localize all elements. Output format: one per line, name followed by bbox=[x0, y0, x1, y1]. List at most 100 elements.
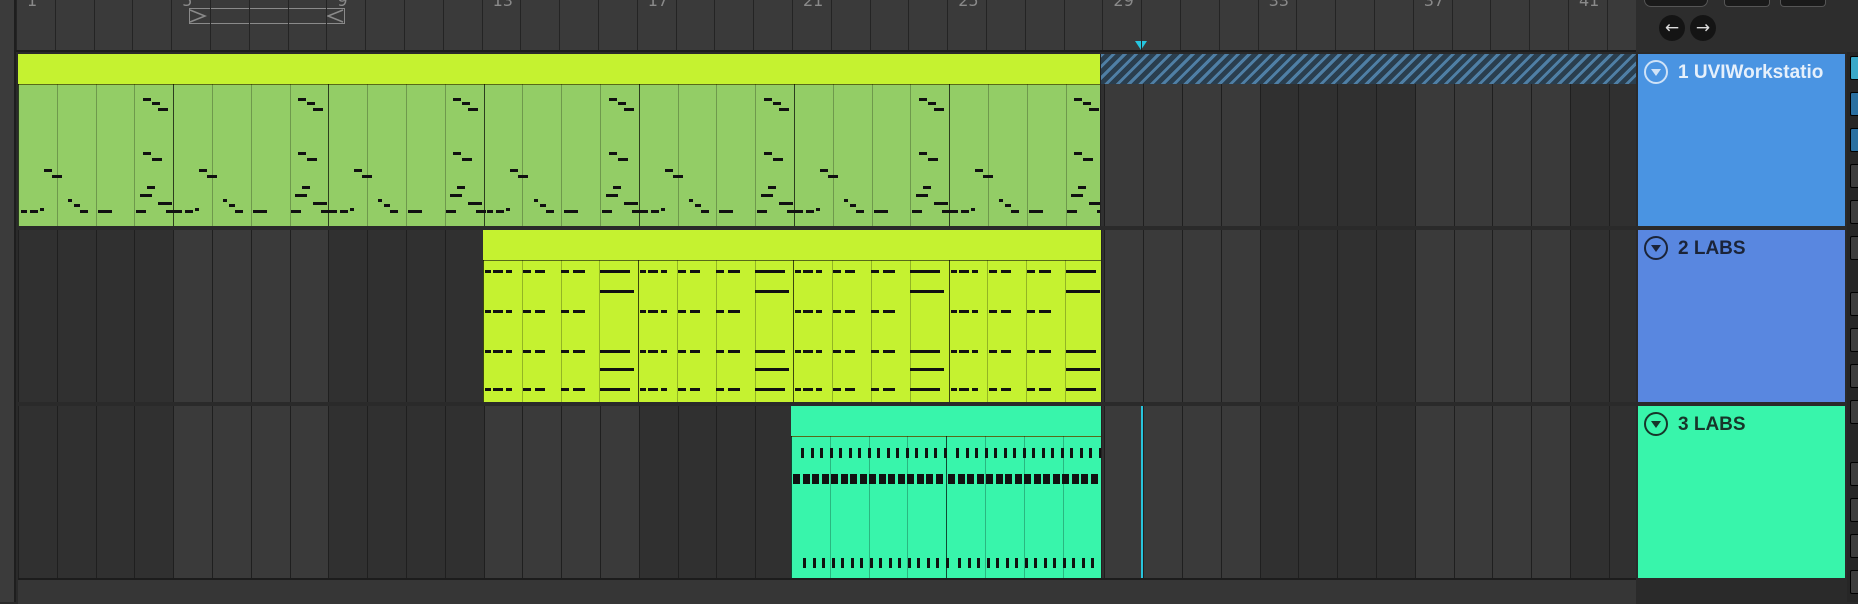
track-name-2[interactable]: 2 LABS bbox=[1678, 238, 1746, 260]
loop-brace-icon[interactable] bbox=[189, 8, 345, 24]
arrangement-ruler[interactable]: 1 5 9 13 17 21 25 29 33 37 41 bbox=[16, 0, 1636, 52]
track-header-3[interactable]: 3 LABS bbox=[1638, 406, 1845, 578]
midi-note bbox=[313, 202, 328, 205]
clip-beat-line bbox=[638, 84, 640, 226]
track-lane-2[interactable] bbox=[18, 230, 1636, 402]
midi-clip[interactable] bbox=[791, 406, 1102, 578]
ruler-tick bbox=[1374, 0, 1375, 50]
midi-note bbox=[523, 350, 531, 353]
io-button[interactable] bbox=[1850, 570, 1858, 594]
io-button[interactable] bbox=[1850, 56, 1858, 80]
midi-note bbox=[1005, 204, 1012, 207]
midi-note bbox=[623, 202, 638, 205]
midi-note bbox=[833, 310, 842, 313]
grid-line bbox=[638, 406, 640, 578]
io-button[interactable] bbox=[1850, 164, 1858, 188]
midi-note bbox=[917, 558, 920, 568]
midi-note bbox=[971, 388, 978, 391]
io-button[interactable] bbox=[1850, 236, 1858, 260]
ruler-tick bbox=[675, 0, 677, 50]
midi-note bbox=[831, 474, 838, 484]
midi-note bbox=[378, 199, 383, 202]
io-button[interactable] bbox=[1850, 400, 1858, 424]
io-button[interactable] bbox=[1850, 498, 1858, 522]
midi-note bbox=[1022, 448, 1026, 458]
midi-note bbox=[1011, 210, 1020, 213]
fold-triangle-icon[interactable] bbox=[1644, 412, 1668, 436]
fold-triangle-icon[interactable] bbox=[1644, 236, 1668, 260]
midi-note bbox=[640, 310, 647, 313]
corner-button-2[interactable] bbox=[1724, 0, 1770, 7]
ruler-tick bbox=[287, 0, 289, 50]
midi-note bbox=[859, 474, 867, 484]
ruler-tick bbox=[326, 0, 328, 50]
midi-note bbox=[840, 474, 848, 484]
midi-note bbox=[573, 388, 585, 391]
bottom-scroll-area[interactable] bbox=[18, 578, 1636, 604]
midi-note bbox=[523, 310, 531, 313]
ruler-tick bbox=[248, 0, 250, 50]
midi-note bbox=[561, 310, 569, 313]
ruler-tick bbox=[753, 0, 755, 50]
io-button[interactable] bbox=[1850, 128, 1858, 152]
track-name-1[interactable]: 1 UVIWorkstatio bbox=[1678, 62, 1823, 84]
clip-beat-line bbox=[95, 84, 97, 226]
io-button[interactable] bbox=[1850, 462, 1858, 486]
arrow-left-icon[interactable]: ← bbox=[1659, 15, 1685, 41]
midi-clip[interactable] bbox=[18, 54, 1101, 226]
midi-note bbox=[678, 310, 687, 313]
track-lane-3[interactable] bbox=[18, 406, 1636, 578]
grid-line bbox=[1182, 230, 1183, 402]
io-button[interactable] bbox=[1850, 328, 1858, 352]
track-name-3[interactable]: 3 LABS bbox=[1678, 414, 1746, 436]
midi-note bbox=[506, 310, 512, 313]
midi-note bbox=[74, 204, 80, 207]
midi-note bbox=[869, 558, 873, 568]
track-header-1[interactable]: 1 UVIWorkstatio bbox=[1638, 54, 1845, 226]
midi-note bbox=[98, 210, 112, 213]
midi-note bbox=[648, 388, 659, 391]
midi-note bbox=[535, 350, 545, 353]
ruler-tick bbox=[54, 0, 56, 50]
midi-note bbox=[871, 388, 880, 391]
midi-note bbox=[942, 210, 952, 213]
midi-note bbox=[21, 210, 27, 213]
midi-note bbox=[950, 270, 957, 273]
midi-note bbox=[1000, 270, 1011, 273]
clip-beat-line bbox=[560, 260, 562, 402]
midi-note bbox=[136, 210, 146, 213]
midi-note bbox=[1097, 210, 1100, 213]
midi-note bbox=[1071, 194, 1084, 197]
midi-note bbox=[600, 270, 630, 273]
corner-button-3[interactable] bbox=[1780, 0, 1826, 7]
clip-beat-line bbox=[987, 260, 989, 402]
midi-note bbox=[971, 208, 976, 211]
midi-note bbox=[802, 474, 810, 484]
midi-note bbox=[1051, 448, 1055, 458]
midi-note bbox=[1000, 350, 1011, 353]
midi-note bbox=[648, 310, 659, 313]
io-button[interactable] bbox=[1850, 292, 1858, 316]
midi-note bbox=[763, 152, 772, 155]
midi-clip[interactable] bbox=[483, 230, 1102, 402]
midi-note bbox=[313, 108, 324, 111]
track-header-2[interactable]: 2 LABS bbox=[1638, 230, 1845, 402]
midi-note bbox=[923, 186, 931, 189]
clip-beat-line bbox=[754, 260, 756, 402]
io-button[interactable] bbox=[1850, 364, 1858, 388]
grid-line bbox=[56, 230, 58, 402]
clip-beat-line bbox=[521, 260, 523, 402]
io-button[interactable] bbox=[1850, 92, 1858, 116]
track-lane-1[interactable] bbox=[18, 54, 1636, 226]
arrow-right-icon[interactable]: → bbox=[1690, 15, 1716, 41]
io-button[interactable] bbox=[1850, 200, 1858, 224]
corner-button-1[interactable] bbox=[1644, 0, 1708, 7]
midi-note bbox=[767, 186, 776, 189]
ruler-tick bbox=[1412, 0, 1414, 50]
io-button[interactable] bbox=[1850, 534, 1858, 558]
clip-beat-line bbox=[599, 260, 601, 402]
midi-note bbox=[561, 270, 569, 273]
fold-triangle-icon[interactable] bbox=[1644, 60, 1668, 84]
clip-beat-line bbox=[173, 84, 175, 226]
midi-note bbox=[166, 210, 176, 213]
